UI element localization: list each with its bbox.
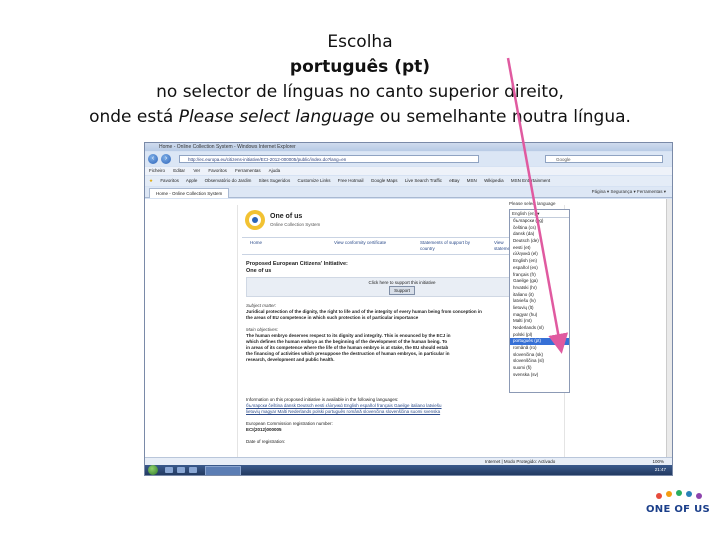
footer-logo-text: ONE OF US <box>646 504 711 515</box>
annotation-arrow-layer <box>506 57 569 354</box>
annotation-arrow <box>506 57 569 354</box>
